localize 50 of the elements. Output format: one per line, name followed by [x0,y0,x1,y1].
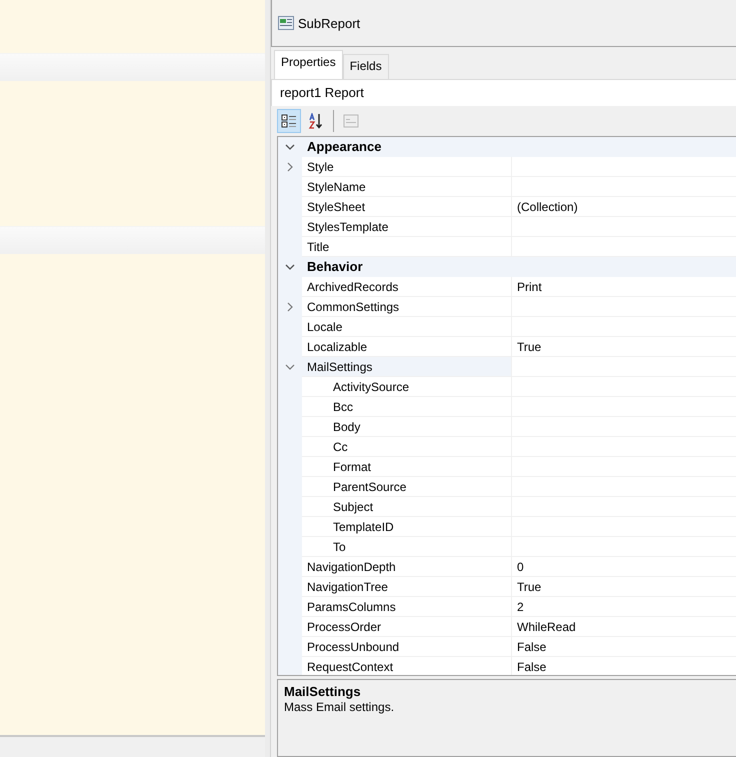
property-name[interactable]: ActivitySource [302,377,512,397]
property-value[interactable]: True [512,337,736,357]
description-text: Mass Email settings. [284,700,394,714]
property-value[interactable]: Print [512,277,736,297]
tab[interactable]: Fields [342,54,389,79]
property-name[interactable]: StyleSheet [302,197,512,217]
property-name[interactable]: RequestContext [302,657,512,675]
chevron-icon[interactable] [285,162,295,172]
categorized-icon [281,113,297,129]
property-name[interactable]: CommonSettings [302,297,512,317]
toolbar-button[interactable] [277,109,301,133]
property-value[interactable]: 2 [512,597,736,617]
property-name[interactable]: StylesTemplate [302,217,512,237]
property-name[interactable]: Format [302,457,512,477]
property-value[interactable]: False [512,637,736,657]
property-name[interactable]: ArchivedRecords [302,277,512,297]
property-name[interactable]: Locale [302,317,512,337]
category-label: Behavior [306,258,363,276]
property-value[interactable]: (Collection) [512,197,736,217]
property-pages-icon [343,113,359,129]
property-name[interactable]: StyleName [302,177,512,197]
chevron-icon[interactable] [285,262,295,272]
property-name[interactable]: Cc [302,437,512,457]
property-name[interactable]: To [302,537,512,557]
tab[interactable]: Properties [274,50,343,79]
toolbox-item[interactable]: SubReport [278,16,736,30]
property-name[interactable]: Style [302,157,512,177]
sort-icon [308,113,324,129]
property-value[interactable]: True [512,577,736,597]
property-value[interactable]: False [512,657,736,675]
category-label: Appearance [306,138,382,156]
property-name[interactable]: NavigationDepth [302,557,512,577]
property-name[interactable]: Body [302,417,512,437]
property-name[interactable]: ProcessOrder [302,617,512,637]
description-title: MailSettings [284,684,361,699]
chevron-icon[interactable] [285,362,295,372]
chevron-icon[interactable] [285,142,295,152]
object-selector[interactable]: report1 Report [271,80,736,106]
property-value[interactable]: 0 [512,557,736,577]
chevron-icon[interactable] [285,302,295,312]
property-name[interactable]: TemplateID [302,517,512,537]
property-name[interactable]: ProcessUnbound [302,637,512,657]
subreport-icon [278,16,294,30]
property-name[interactable]: MailSettings [302,357,512,377]
property-name[interactable]: ParentSource [302,477,512,497]
property-name[interactable]: NavigationTree [302,577,512,597]
property-value[interactable]: WhileRead [512,617,736,637]
property-name[interactable]: Subject [302,497,512,517]
property-name[interactable]: Bcc [302,397,512,417]
property-name[interactable]: ParamsColumns [302,597,512,617]
